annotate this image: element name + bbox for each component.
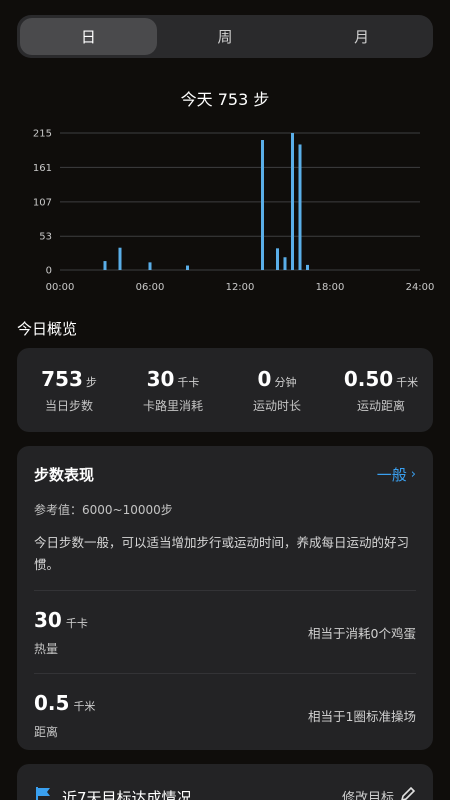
y-tick-label: 161	[33, 163, 52, 174]
stat-value: 753	[41, 366, 83, 391]
x-tick-label: 18:00	[316, 282, 345, 293]
y-tick-label: 107	[33, 197, 52, 208]
y-tick-label: 0	[46, 266, 52, 277]
chart-bar	[148, 262, 152, 270]
chart-bar	[306, 264, 309, 270]
stat-value: 0	[257, 366, 272, 391]
tab-day[interactable]: 日	[20, 18, 157, 55]
chart-bar	[283, 257, 287, 270]
chart-bar	[186, 265, 189, 270]
metric-row-distance: 0.5 千米 距离 相当于1圈标准操场	[34, 674, 416, 756]
stat-duration: 0 分钟 运动时长	[225, 348, 329, 432]
edit-goal-button[interactable]: 修改目标	[342, 786, 416, 800]
metric-value: 30	[34, 607, 62, 632]
period-tabs: 日 周 月	[17, 15, 433, 58]
edit-goal-label: 修改目标	[341, 790, 394, 800]
steps-performance-card: 步数表现 一般 › 参考值：6000~10000步 今日步数一般，可以适当增加步…	[17, 446, 433, 750]
stat-label: 运动距离	[356, 398, 405, 413]
x-tick-label: 24:00	[406, 282, 435, 293]
stat-calories: 30 千卡 卡路里消耗	[121, 348, 225, 432]
performance-description: 今日步数一般，可以适当增加步行或运动时间，养成每日运动的好习惯。	[34, 535, 410, 572]
chart-title: 今天 753 步	[180, 90, 270, 109]
x-tick-label: 12:00	[226, 282, 255, 293]
goal-title: 近7天目标达成情况	[62, 788, 192, 800]
chart-bar	[103, 261, 107, 270]
y-tick-label: 215	[33, 129, 52, 140]
overview-card: 753 步 当日步数 30 千卡 卡路里消耗 0 分钟 运动时长 0.50 千米…	[17, 348, 433, 432]
tab-month[interactable]: 月	[293, 18, 430, 55]
x-tick-label: 06:00	[136, 282, 165, 293]
metric-value: 0.5	[34, 690, 70, 715]
performance-reference: 参考值：6000~10000步	[34, 503, 173, 517]
metric-note: 相当于消耗0个鸡蛋	[308, 625, 416, 641]
stat-unit: 步	[85, 375, 97, 389]
chart-bar	[291, 133, 294, 270]
flag-icon	[34, 786, 52, 800]
stat-steps: 753 步 当日步数	[17, 348, 121, 432]
metric-label: 热量	[34, 641, 59, 656]
stat-unit: 千卡	[177, 375, 200, 389]
chevron-right-icon: ›	[410, 467, 416, 482]
stat-distance: 0.50 千米 运动距离	[329, 348, 433, 432]
metric-unit: 千卡	[65, 616, 88, 630]
stat-value: 30	[146, 366, 175, 391]
weekly-goal-card: 近7天目标达成情况 修改目标	[17, 764, 433, 800]
metric-note: 相当于1圈标准操场	[308, 708, 416, 724]
stat-value: 0.50	[343, 366, 394, 391]
steps-bar-chart: 0 53 107 161 215 00:00 06:00 12:00 18:00 24:00	[33, 129, 435, 294]
metric-label: 距离	[34, 724, 59, 739]
pencil-icon	[400, 786, 416, 800]
performance-title: 步数表现	[34, 466, 95, 484]
stat-label: 运动时长	[252, 398, 301, 413]
metric-unit: 千米	[73, 699, 96, 713]
performance-level-link[interactable]: 一般 ›	[377, 464, 416, 485]
y-tick-label: 53	[39, 232, 52, 243]
stat-unit: 千米	[396, 375, 419, 389]
chart-bar	[298, 144, 302, 270]
chart-bar	[118, 247, 122, 270]
x-tick-label: 00:00	[46, 282, 75, 293]
chart-bar	[261, 140, 264, 270]
tab-week[interactable]: 周	[157, 18, 294, 55]
stat-label: 当日步数	[44, 398, 93, 413]
chart-bar	[276, 248, 279, 270]
overview-title: 今日概览	[17, 320, 78, 338]
performance-level: 一般	[376, 466, 407, 484]
metric-row-calories: 30 千卡 热量 相当于消耗0个鸡蛋	[34, 591, 416, 673]
stat-label: 卡路里消耗	[142, 398, 203, 413]
stat-unit: 分钟	[274, 375, 297, 389]
